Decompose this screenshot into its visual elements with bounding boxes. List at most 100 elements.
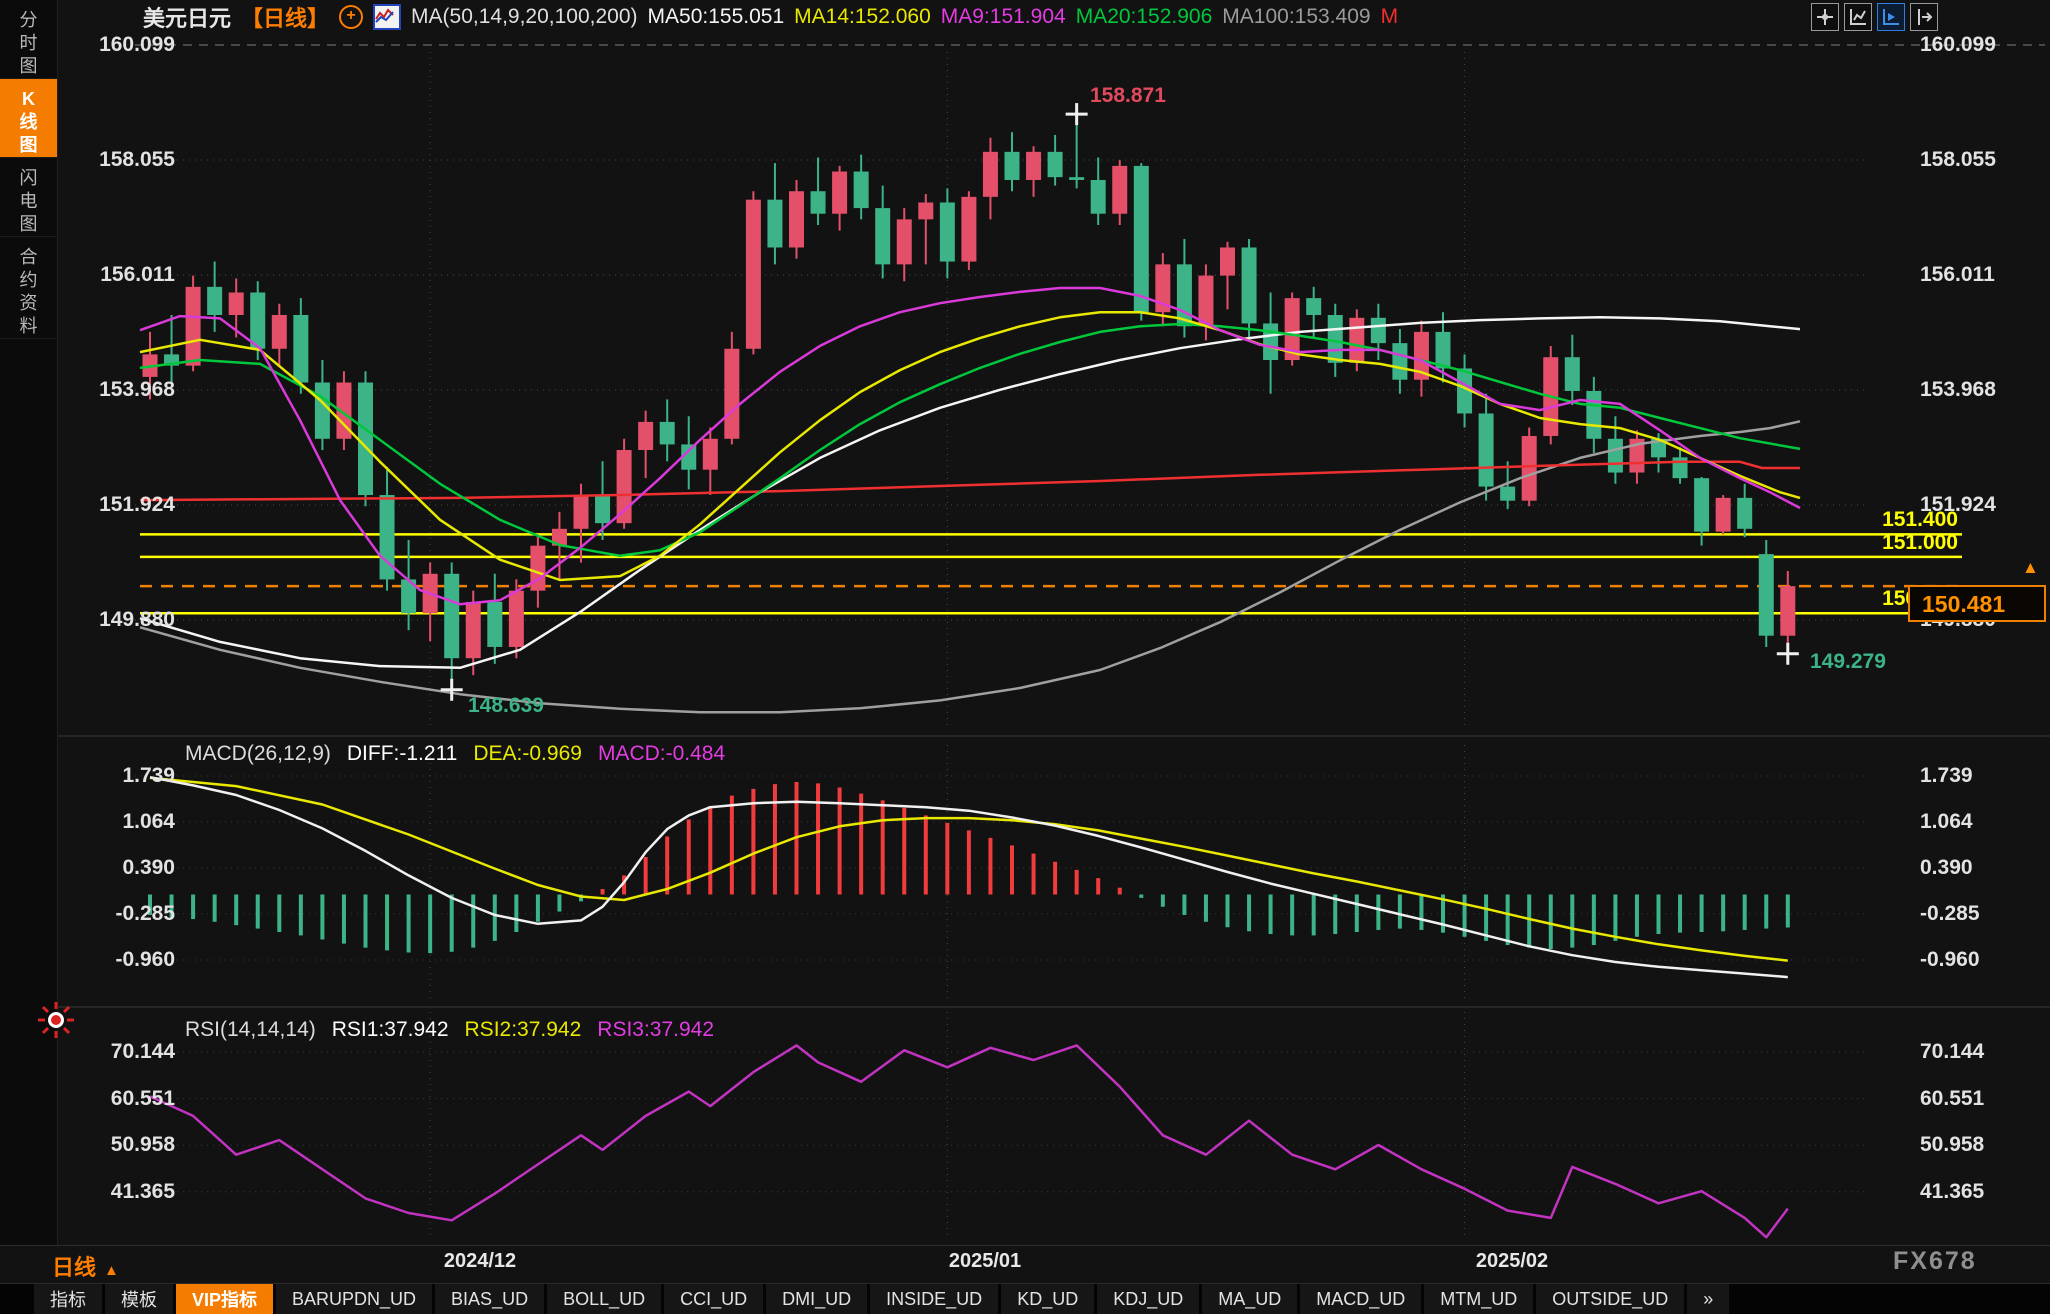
ma9-line bbox=[140, 288, 1800, 604]
candle-6 bbox=[272, 315, 287, 349]
candle-76 bbox=[1780, 586, 1795, 636]
macd-axis-label-right: 0.390 bbox=[1920, 856, 1973, 880]
candle-1 bbox=[164, 354, 179, 365]
current-price-box: 150.481 bbox=[1908, 585, 2046, 622]
indicator-tab-12[interactable]: MACD_UD bbox=[1300, 1284, 1421, 1314]
rsi-name: RSI(14,14,14) bbox=[185, 1018, 316, 1042]
macd-axis-label-right: 1.064 bbox=[1920, 810, 1973, 834]
price-axis-label-left: 149.880 bbox=[57, 608, 175, 632]
symbol-title: 美元日元 bbox=[143, 1, 231, 33]
move-crosshair-button[interactable] bbox=[1811, 3, 1839, 31]
candle-19 bbox=[552, 529, 567, 546]
candle-49 bbox=[1198, 276, 1213, 327]
rsi-axis-label-right: 50.958 bbox=[1920, 1133, 1984, 1157]
sidebar-tab-3[interactable]: 合约资料 bbox=[0, 237, 57, 339]
indicator-tab-13[interactable]: MTM_UD bbox=[1424, 1284, 1533, 1314]
candle-44 bbox=[1091, 180, 1106, 214]
macd-name: MACD(26,12,9) bbox=[185, 742, 331, 766]
indicator-tab-6[interactable]: CCI_UD bbox=[664, 1284, 763, 1314]
candle-56 bbox=[1349, 318, 1364, 363]
candle-52 bbox=[1263, 323, 1278, 360]
candle-30 bbox=[789, 191, 804, 247]
indicator-tab-2[interactable]: VIP指标 bbox=[176, 1284, 273, 1314]
add-indicator-icon[interactable]: + bbox=[339, 5, 363, 29]
rsi-axis-label-right: 60.551 bbox=[1920, 1087, 1984, 1111]
axis-fit-button[interactable] bbox=[1844, 3, 1872, 31]
support-line-label-1: 151.000 bbox=[1808, 531, 1958, 555]
indicator-tab-14[interactable]: OUTSIDE_UD bbox=[1536, 1284, 1684, 1314]
macd-axis-label-right: 1.739 bbox=[1920, 764, 1973, 788]
rsi-axis-label-left: 60.551 bbox=[57, 1087, 175, 1111]
recent-low-annotation: 149.279 bbox=[1810, 650, 1886, 674]
indicator-tab-8[interactable]: INSIDE_UD bbox=[870, 1284, 998, 1314]
indicator-tab-5[interactable]: BOLL_UD bbox=[547, 1284, 661, 1314]
candle-40 bbox=[1005, 152, 1020, 180]
period-row bbox=[0, 1245, 2050, 1284]
rsi2-value: RSI2:37.942 bbox=[465, 1018, 582, 1042]
candle-63 bbox=[1500, 487, 1515, 501]
candle-9 bbox=[336, 383, 351, 439]
rsi-axis-label-left: 50.958 bbox=[57, 1133, 175, 1157]
candle-12 bbox=[401, 579, 416, 613]
candle-72 bbox=[1694, 478, 1709, 531]
indicator-tab-15[interactable]: » bbox=[1687, 1284, 1729, 1314]
candle-18 bbox=[530, 546, 545, 591]
candle-60 bbox=[1436, 332, 1451, 369]
candlestick-chart-icon[interactable] bbox=[373, 4, 401, 30]
indicator-tab-4[interactable]: BIAS_UD bbox=[435, 1284, 544, 1314]
ma14-value: MA14:152.060 bbox=[794, 5, 931, 29]
sidebar-tab-0[interactable]: 分时图 bbox=[0, 0, 57, 79]
price-axis-label-right: 156.011 bbox=[1920, 263, 1995, 287]
candle-26 bbox=[703, 439, 718, 470]
candle-16 bbox=[487, 602, 502, 647]
ma100-value: MA100:153.409 bbox=[1222, 5, 1370, 29]
indicator-tab-9[interactable]: KD_UD bbox=[1001, 1284, 1094, 1314]
price-up-arrow-icon: ▲ bbox=[2022, 558, 2039, 578]
chart-canvas[interactable] bbox=[0, 0, 2050, 1245]
indicator-tab-7[interactable]: DMI_UD bbox=[766, 1284, 867, 1314]
sidebar-tab-1[interactable]: K线图 bbox=[0, 79, 57, 158]
candle-3 bbox=[207, 287, 222, 315]
crosshair-target-icon[interactable] bbox=[36, 1000, 76, 1040]
period-badge: 【日线】 bbox=[241, 1, 329, 33]
axis-play-button[interactable] bbox=[1877, 3, 1905, 31]
candle-10 bbox=[358, 383, 373, 496]
candle-4 bbox=[229, 292, 244, 315]
price-axis-label-left: 158.055 bbox=[57, 148, 175, 172]
candle-55 bbox=[1328, 315, 1343, 363]
period-selector[interactable]: 日线▲ bbox=[52, 1250, 119, 1282]
indicator-tab-3[interactable]: BARUPDN_UD bbox=[276, 1284, 432, 1314]
candle-75 bbox=[1759, 554, 1774, 636]
candle-37 bbox=[940, 202, 955, 261]
indicator-tab-10[interactable]: KDJ_UD bbox=[1097, 1284, 1199, 1314]
candle-23 bbox=[638, 422, 653, 450]
candle-70 bbox=[1651, 439, 1666, 458]
macd-axis-label-left: -0.285 bbox=[57, 902, 175, 926]
macd-diff-value: DIFF:-1.211 bbox=[347, 742, 457, 766]
candle-24 bbox=[660, 422, 675, 445]
rsi1-value: RSI1:37.942 bbox=[332, 1018, 449, 1042]
macd-axis-label-right: -0.285 bbox=[1920, 902, 1980, 926]
period-selector-label: 日线 bbox=[52, 1255, 96, 1280]
candle-43 bbox=[1069, 177, 1084, 180]
ma50-value: MA50:155.051 bbox=[648, 5, 785, 29]
candle-59 bbox=[1414, 332, 1429, 380]
indicator-tab-1[interactable]: 模板 bbox=[105, 1284, 173, 1314]
candle-8 bbox=[315, 383, 330, 439]
rsi-axis-label-left: 41.365 bbox=[57, 1180, 175, 1204]
candle-46 bbox=[1134, 166, 1149, 312]
indicator-tab-0[interactable]: 指标 bbox=[34, 1284, 102, 1314]
indicator-tab-11[interactable]: MA_UD bbox=[1202, 1284, 1297, 1314]
candle-27 bbox=[724, 349, 739, 439]
macd-axis-label-left: 1.739 bbox=[57, 764, 175, 788]
candle-41 bbox=[1026, 152, 1041, 180]
candle-14 bbox=[444, 574, 459, 658]
candle-71 bbox=[1673, 457, 1688, 478]
candle-32 bbox=[832, 172, 847, 214]
date-label: 2024/12 bbox=[444, 1250, 516, 1273]
sidebar-tab-2[interactable]: 闪电图 bbox=[0, 158, 57, 237]
candle-57 bbox=[1371, 318, 1386, 343]
support-line-label-0: 151.400 bbox=[1808, 508, 1958, 532]
candle-45 bbox=[1112, 166, 1127, 214]
axis-shift-button[interactable] bbox=[1910, 3, 1938, 31]
